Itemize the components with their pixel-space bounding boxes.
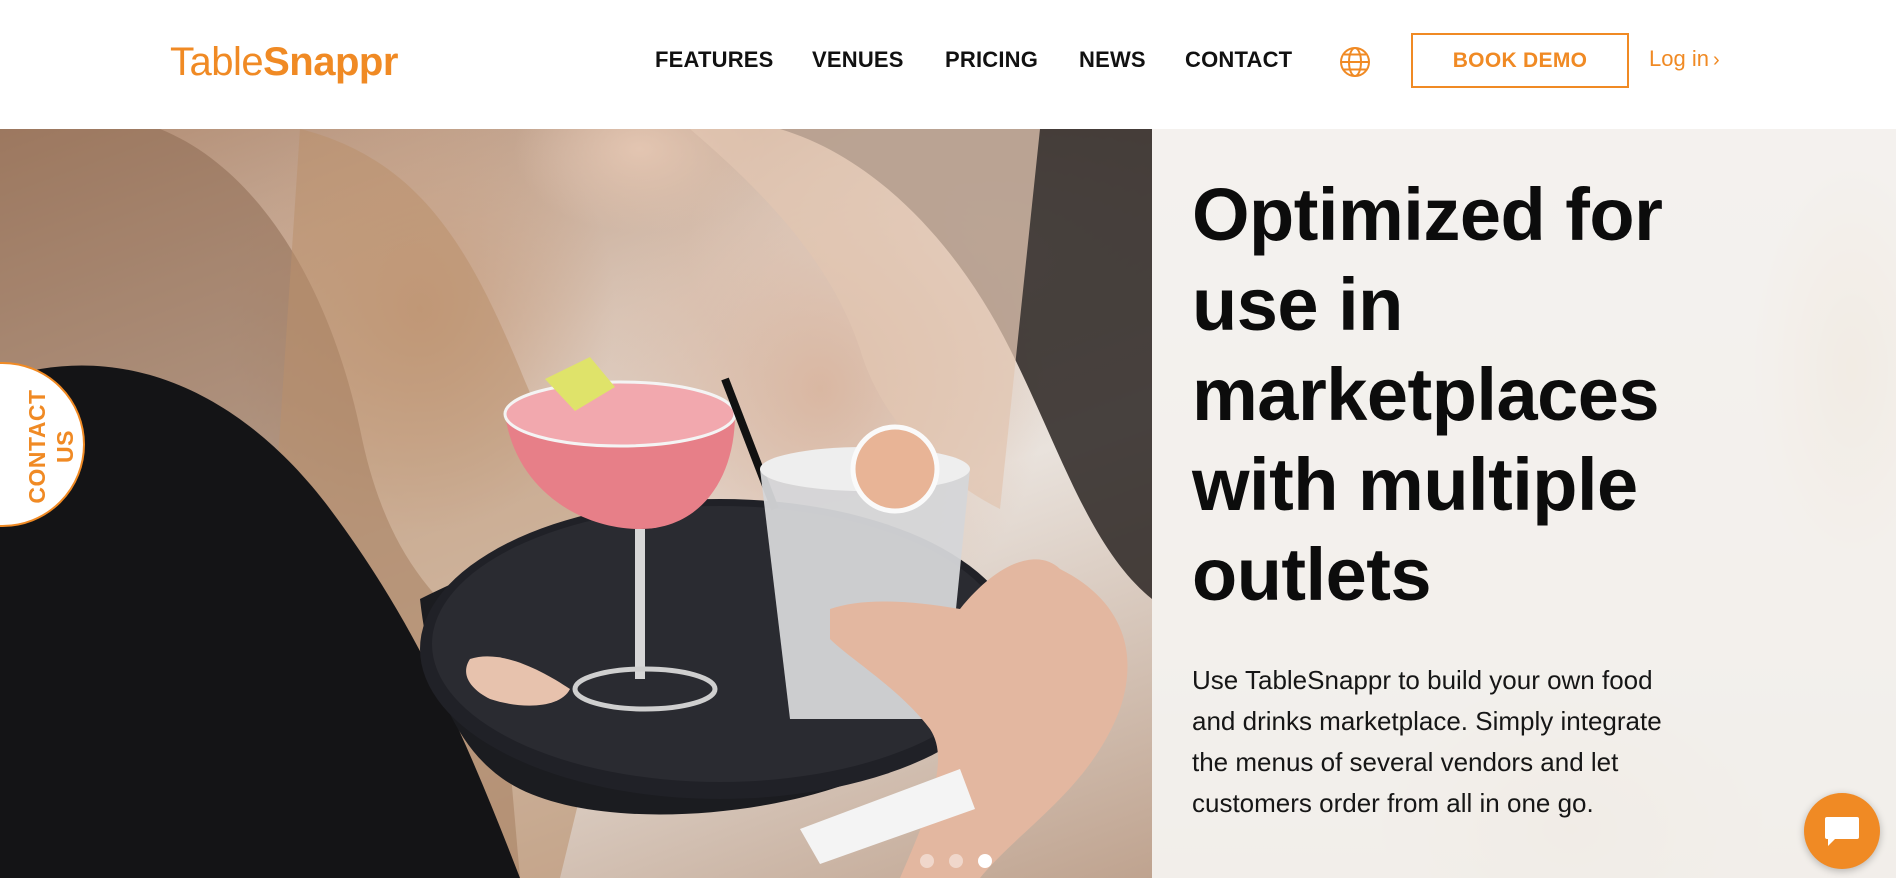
hero-headline: Optimized for use in marketplaces with m… [1192, 170, 1752, 620]
headline-line: Optimized for [1192, 173, 1663, 256]
carousel-dots [920, 854, 1000, 868]
tablesnappr-logo[interactable]: TableSnappr [170, 38, 398, 86]
hero-photo [0, 129, 1152, 878]
book-demo-button[interactable]: BOOK DEMO [1411, 33, 1629, 88]
description-line: and drinks marketplace. Simply integrate [1192, 706, 1662, 736]
contact-us-line1: CONTACT [23, 389, 50, 504]
nav-news[interactable]: NEWS [1079, 46, 1146, 74]
headline-line: marketplaces [1192, 353, 1660, 436]
chat-bubble-icon [1825, 817, 1859, 846]
headline-line: outlets [1192, 533, 1432, 616]
chat-widget-button[interactable] [1804, 793, 1880, 869]
contact-us-label: CONTACT US [0, 364, 87, 529]
description-line: Use TableSnappr to build your own food [1192, 665, 1653, 695]
carousel-dot-1[interactable] [920, 854, 934, 868]
hero-description: Use TableSnappr to build your own food a… [1192, 660, 1712, 824]
description-line: customers order from all in one go. [1192, 788, 1594, 818]
headline-line: use in [1192, 263, 1403, 346]
logo-light-text: Table [170, 40, 264, 84]
hero-photo-illustration [0, 129, 1152, 878]
login-label: Log in [1649, 46, 1709, 71]
login-link[interactable]: Log in › [1649, 45, 1720, 74]
nav-venues[interactable]: VENUES [812, 46, 904, 74]
logo-bold-text: Snappr [263, 40, 398, 84]
description-line: the menus of several vendors and let [1192, 747, 1619, 777]
carousel-dot-2[interactable] [949, 854, 963, 868]
nav-features[interactable]: FEATURES [655, 46, 774, 74]
carousel-dot-3[interactable] [978, 854, 992, 868]
globe-icon[interactable] [1339, 46, 1371, 78]
nav-pricing[interactable]: PRICING [945, 46, 1038, 74]
site-header: TableSnappr FEATURES VENUES PRICING NEWS… [0, 0, 1896, 129]
chevron-right-icon: › [1712, 49, 1720, 71]
nav-contact[interactable]: CONTACT [1185, 46, 1292, 74]
headline-line: with multiple [1192, 443, 1638, 526]
contact-us-line2: US [51, 430, 78, 463]
contact-us-tab[interactable]: CONTACT US [0, 362, 85, 527]
